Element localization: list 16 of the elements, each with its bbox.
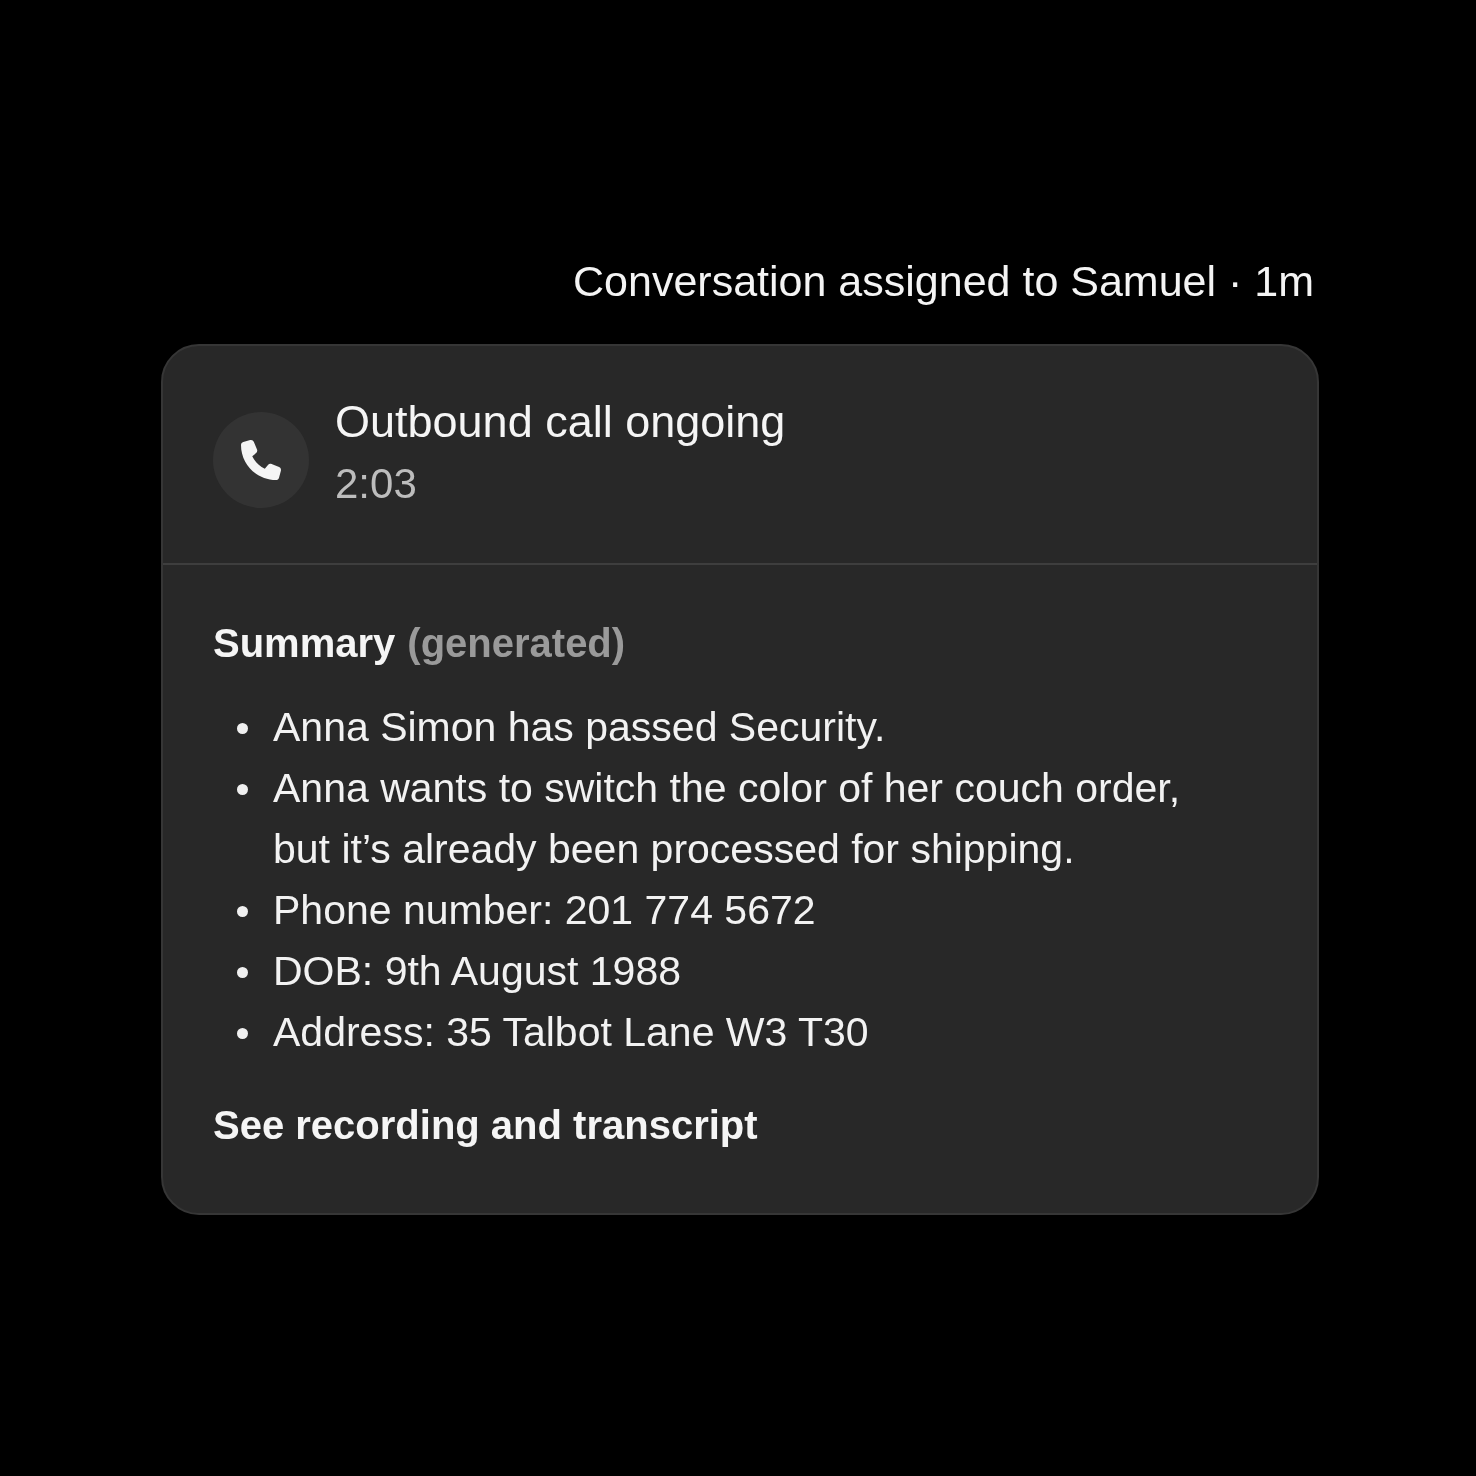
summary-item: Anna Simon has passed Security.: [273, 703, 886, 752]
summary-item: Anna wants to switch the color of her couch order, but it’s already been processed for shipping.: [273, 764, 1182, 874]
recording-link[interactable]: See recording and transcript: [213, 1099, 758, 1151]
summary-item: Phone number: 201 774 5672: [273, 886, 816, 935]
bullet-icon: [237, 906, 248, 917]
summary-item: DOB: 9th August 1988: [273, 947, 681, 996]
bullet-icon: [237, 1028, 248, 1039]
bullet-icon: [237, 784, 248, 795]
call-duration: 2:03: [335, 458, 418, 509]
bullet-icon: [237, 967, 248, 978]
summary-item: Address: 35 Talbot Lane W3 T30: [273, 1008, 869, 1057]
call-title: Outbound call ongoing: [335, 394, 786, 449]
generated-label: (generated): [407, 620, 626, 667]
bullet-icon: [237, 723, 248, 734]
assignment-note: Conversation assigned to Samuel · 1m: [573, 256, 1314, 307]
summary-heading: Summary: [213, 620, 396, 667]
